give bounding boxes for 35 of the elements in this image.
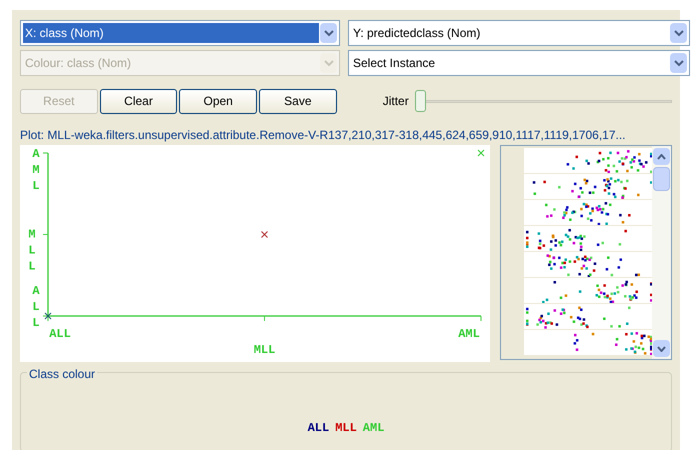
attribute-thumbnail[interactable] [524,174,652,199]
attribute-thumbnail[interactable] [524,252,652,277]
toolbar-button[interactable]: Clear [100,88,178,114]
x-tick-label: AML [458,327,480,341]
scroll-thumb[interactable] [653,167,670,191]
dropdown[interactable]: Select Instance [348,50,690,76]
class-legend-label: AML [362,420,384,437]
jitter-slider[interactable] [414,90,672,112]
y-tick-label: MLL [28,228,36,274]
attribute-thumbnail[interactable] [524,200,652,225]
y-tick-label: AML [32,147,40,193]
toolbar-button[interactable]: Save [259,88,337,114]
dropdown-value: Colour: class (Nom) [24,55,132,72]
attribute-thumbnail[interactable] [524,278,652,303]
scroll-down-icon[interactable] [653,340,670,357]
slider-thumb[interactable] [414,90,426,112]
dropdown-value: Select Instance [352,55,436,72]
jitter-label: Jitter [382,93,409,110]
y-tick-label: ALL [32,284,40,330]
class-legend-label: ALL [308,420,330,437]
dropdown-value: X: class (Nom) [23,23,319,43]
scroll-up-icon[interactable] [653,148,670,165]
dropdown[interactable]: Y: predictedclass (Nom) [348,20,690,46]
attribute-thumbnail[interactable] [524,148,652,173]
x-tick-label: MLL [254,343,276,357]
x-tick-label: ALL [49,327,71,341]
attribute-thumbnail[interactable] [524,330,652,355]
scroll-bar[interactable] [652,146,671,359]
class-legend-label: MLL [335,420,357,437]
plot-title: Plot: MLL-weka.filters.unsupervised.attribute.Remove-V-R137,210,317-318,445,624,659,910,1117,1119,1706,17... [20,127,627,144]
dropdown-value: Y: predictedclass (Nom) [352,25,482,42]
attribute-thumbnail[interactable] [524,226,652,251]
dropdown[interactable]: X: class (Nom) [20,20,340,46]
attribute-thumbnail[interactable] [524,304,652,329]
toolbar-button[interactable]: Open [179,88,258,114]
